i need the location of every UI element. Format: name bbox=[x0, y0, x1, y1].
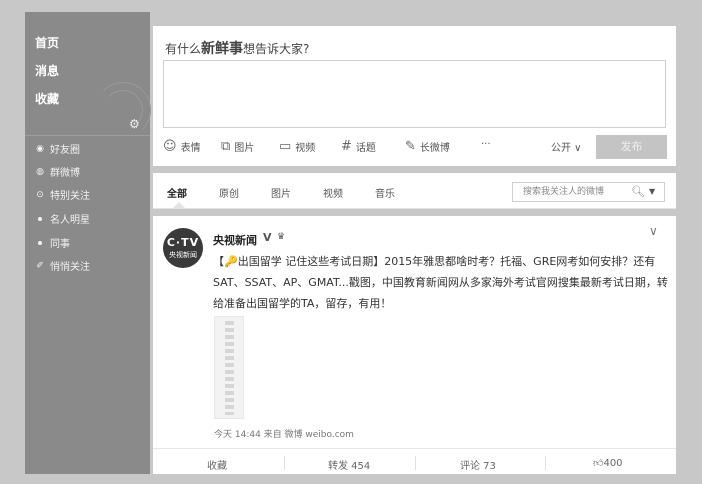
emoji-label: 表情 bbox=[180, 143, 201, 154]
sidebar-item-secret-follow[interactable]: ✐ 悄悄关注 bbox=[35, 258, 90, 274]
author-name[interactable]: 央视新闻 bbox=[213, 232, 257, 248]
verified-badge-icon: V bbox=[263, 231, 272, 244]
follow-search-input[interactable]: 搜索我关注人的微博 🔍︎ ▼ bbox=[512, 182, 665, 202]
video-label: 视频 bbox=[295, 143, 316, 154]
search-icon[interactable]: 🔍︎ bbox=[631, 183, 645, 201]
image-content bbox=[225, 321, 234, 415]
favorite-button[interactable]: 收藏 bbox=[207, 457, 227, 472]
divider bbox=[415, 456, 416, 470]
like-count: 400 bbox=[603, 458, 623, 469]
repost-button[interactable]: 转发 454 bbox=[328, 457, 370, 472]
avatar[interactable]: C·TV 央视新闻 bbox=[163, 228, 203, 268]
sidebar-item-special-follow[interactable]: ⊙ 特别关注 bbox=[35, 187, 90, 203]
emoji-button[interactable]: ☺ 表情 bbox=[163, 139, 201, 154]
avatar-caption: 央视新闻 bbox=[169, 251, 197, 259]
divider bbox=[545, 456, 546, 470]
more-button[interactable]: ··· bbox=[481, 139, 491, 150]
sidebar-item-friends-circle[interactable]: ◉ 好友圈 bbox=[35, 141, 80, 157]
visibility-dropdown[interactable]: 公开 ∨ bbox=[551, 139, 582, 154]
sidebar-item-favorites[interactable]: 收藏 bbox=[35, 90, 59, 107]
search-placeholder: 搜索我关注人的微博 bbox=[523, 187, 605, 197]
sidebar-item-group-weibo[interactable]: ◍ 群微博 bbox=[35, 164, 80, 180]
sidebar-divider bbox=[25, 135, 150, 136]
sidebar-item-label: 同事 bbox=[50, 239, 70, 250]
tab-original[interactable]: 原创 bbox=[219, 185, 239, 200]
sidebar-item-celebrities[interactable]: 名人明星 bbox=[35, 211, 90, 226]
chevron-down-icon[interactable]: ▼ bbox=[649, 183, 655, 201]
post-actions: 收藏 转发 454 评论 73 👍︎400 bbox=[153, 448, 676, 474]
image-icon: ⧉ bbox=[221, 139, 231, 154]
sidebar-item-label: 好友圈 bbox=[50, 145, 80, 156]
sidebar-item-colleagues[interactable]: 同事 bbox=[35, 235, 70, 250]
post-composer: 有什么新鲜事想告诉大家? ☺ 表情 ⧉ 图片 ▭ 视频 # 话题 ✎ 长微博 ·… bbox=[153, 26, 676, 166]
edit-icon: ✎ bbox=[405, 139, 416, 154]
comment-button[interactable]: 评论 73 bbox=[460, 457, 496, 472]
post-meta: 今天 14:44 来自 微博 weibo.com bbox=[214, 430, 354, 440]
post-text: 【🔑出国留学 记住这些考试日期】2015年雅思都啥时考？托福、GRE网考如何安排… bbox=[213, 255, 668, 310]
composer-textarea[interactable] bbox=[163, 60, 666, 128]
image-button[interactable]: ⧉ 图片 bbox=[221, 139, 254, 154]
dot-icon bbox=[38, 216, 42, 221]
video-button[interactable]: ▭ 视频 bbox=[279, 139, 315, 154]
topic-label: 话题 bbox=[355, 143, 376, 154]
sidebar-item-label: 悄悄关注 bbox=[50, 262, 90, 273]
sidebar-item-label: 特别关注 bbox=[50, 191, 90, 202]
sidebar-item-label: 名人明星 bbox=[50, 215, 90, 226]
smiley-icon: ☺ bbox=[163, 139, 177, 154]
long-weibo-label: 长微博 bbox=[419, 143, 450, 154]
group-icon: ◍ bbox=[36, 166, 44, 177]
tab-images[interactable]: 图片 bbox=[271, 185, 291, 200]
feed-tabs: 全部 原创 图片 视频 音乐 搜索我关注人的微博 🔍︎ ▼ bbox=[153, 173, 676, 209]
sidebar-item-label: 群微博 bbox=[50, 168, 80, 179]
circle-icon: ◉ bbox=[36, 143, 44, 154]
composer-prompt-tail: 想告诉大家? bbox=[243, 42, 310, 56]
post-image[interactable] bbox=[214, 316, 244, 419]
sidebar-item-home[interactable]: 首页 bbox=[35, 34, 59, 51]
divider bbox=[284, 456, 285, 470]
star-circle-icon: ⊙ bbox=[36, 189, 44, 200]
member-icon: ♛ bbox=[277, 232, 286, 242]
long-weibo-button[interactable]: ✎ 长微博 bbox=[405, 139, 450, 154]
gear-icon[interactable]: ⚙ bbox=[129, 117, 140, 131]
post-button[interactable]: 发布 bbox=[596, 135, 667, 159]
video-icon: ▭ bbox=[279, 139, 292, 154]
chevron-down-icon[interactable]: ∨ bbox=[649, 224, 658, 238]
pin-icon: ✐ bbox=[36, 260, 44, 271]
tab-video[interactable]: 视频 bbox=[323, 185, 343, 200]
topic-button[interactable]: # 话题 bbox=[341, 139, 376, 154]
like-button[interactable]: 👍︎400 bbox=[593, 457, 623, 469]
image-label: 图片 bbox=[234, 143, 255, 154]
feed-card: C·TV 央视新闻 央视新闻 V ♛ ∨ 【🔑出国留学 记住这些考试日期】201… bbox=[153, 216, 676, 474]
hashtag-icon: # bbox=[341, 139, 352, 154]
active-tab-indicator bbox=[173, 202, 185, 208]
sidebar-item-messages[interactable]: 消息 bbox=[35, 62, 59, 79]
tab-music[interactable]: 音乐 bbox=[375, 185, 395, 200]
thumbs-up-icon: 👍︎ bbox=[593, 458, 604, 469]
composer-prompt-bold: 新鲜事 bbox=[201, 41, 244, 57]
sidebar: 首页 消息 收藏 ⚙ ◉ 好友圈 ◍ 群微博 ⊙ 特别关注 名人明星 同事 ✐ … bbox=[25, 12, 151, 474]
more-label: ··· bbox=[481, 139, 491, 150]
composer-prompt-lead: 有什么 bbox=[165, 42, 202, 56]
dot-icon bbox=[38, 240, 42, 245]
tab-all[interactable]: 全部 bbox=[167, 185, 187, 200]
composer-prompt: 有什么新鲜事想告诉大家? bbox=[165, 38, 309, 58]
avatar-logo-text: C·TV bbox=[166, 236, 200, 249]
